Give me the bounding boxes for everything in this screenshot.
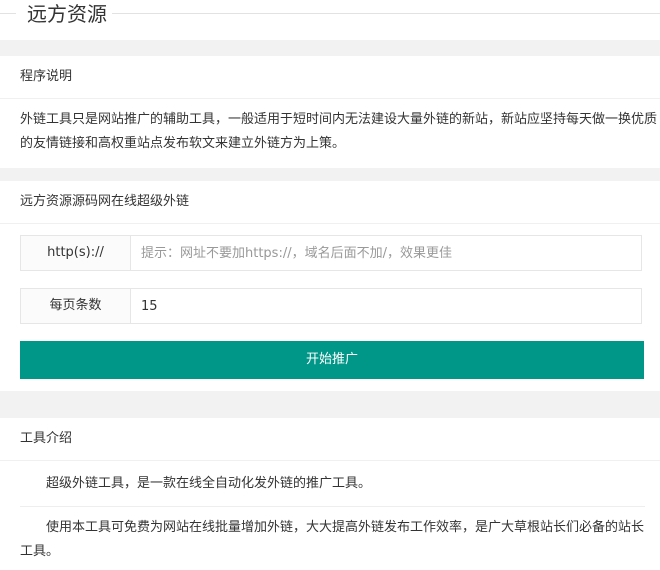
- paragraph-divider: [20, 506, 645, 507]
- tool-intro-card: 工具介绍 超级外链工具，是一款在线全自动化发外链的推广工具。 使用本工具可免费为…: [0, 418, 660, 570]
- site-title: 远方资源: [25, 0, 109, 28]
- program-info-header: 程序说明: [0, 56, 660, 99]
- intro-paragraph: 使用本工具可免费为网站在线批量增加外链，大大提高外链发布工作效率，是广大草根站长…: [20, 520, 645, 559]
- tool-form-header: 远方资源源码网在线超级外链: [0, 181, 660, 224]
- url-input[interactable]: [131, 236, 641, 270]
- intro-paragraph: 超级外链工具，是一款在线全自动化发外链的推广工具。: [46, 476, 372, 491]
- url-form-row: http(s)://: [20, 235, 642, 271]
- per-page-form-row: 每页条数: [20, 288, 642, 324]
- program-info-card: 程序说明 外链工具只是网站推广的辅助工具，一般适用于短时间内无法建设大量外链的新…: [0, 56, 660, 168]
- tool-form-card: 远方资源源码网在线超级外链 http(s):// 每页条数 开始推广: [0, 181, 660, 391]
- tool-intro-header: 工具介绍: [0, 418, 660, 461]
- program-info-text: 外链工具只是网站推广的辅助工具，一般适用于短时间内无法建设大量外链的新站，新站应…: [20, 112, 658, 151]
- url-label: http(s)://: [21, 236, 131, 270]
- start-promotion-button[interactable]: 开始推广: [20, 341, 644, 379]
- title-divider-left: [0, 13, 16, 14]
- title-divider-right: [112, 13, 660, 14]
- per-page-input[interactable]: [131, 289, 641, 323]
- per-page-label: 每页条数: [21, 289, 131, 323]
- top-bar: 远方资源: [0, 0, 660, 40]
